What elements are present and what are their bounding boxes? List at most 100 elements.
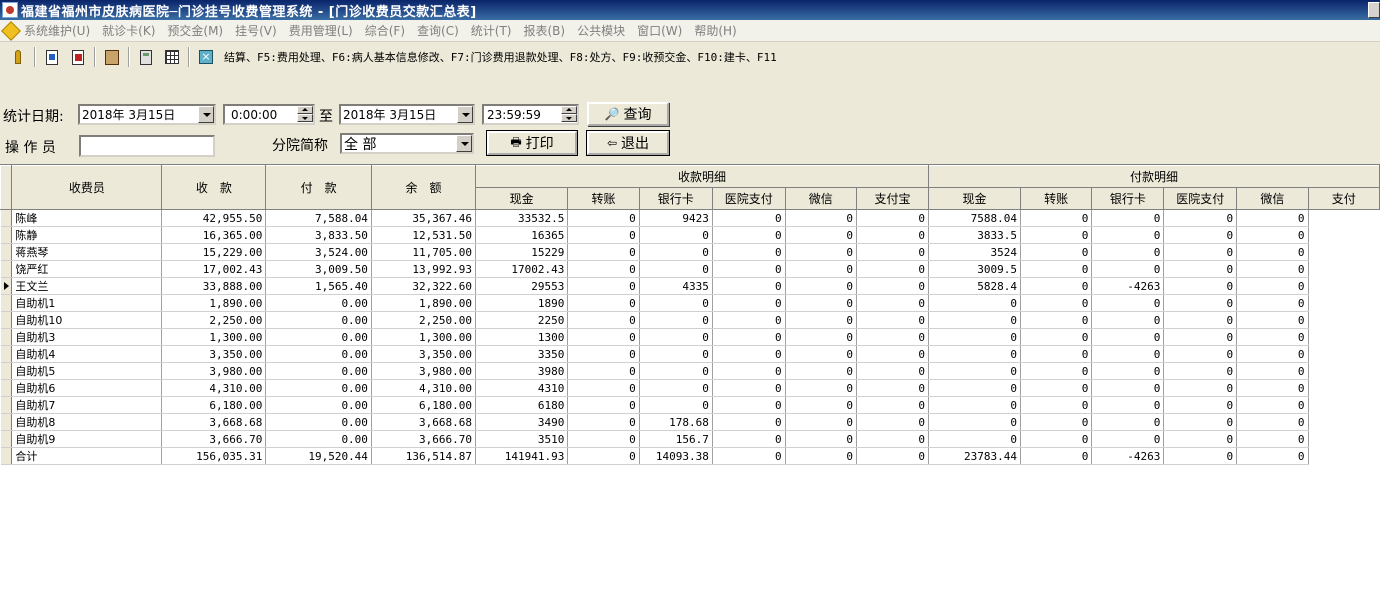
table-cell[interactable]: 0 xyxy=(785,277,857,295)
table-cell[interactable]: 0 xyxy=(928,345,1022,363)
book-button[interactable] xyxy=(102,47,122,67)
exit-button[interactable]: ⇦ 退出 xyxy=(586,130,670,156)
menu-public-module[interactable]: 公共模块 xyxy=(577,22,625,39)
table-cell[interactable]: -4263 xyxy=(1091,447,1165,465)
table-cell[interactable]: 0 xyxy=(712,226,786,244)
table-cell[interactable]: 0 xyxy=(567,226,640,244)
table-cell[interactable]: 3,666.70 xyxy=(161,430,267,448)
table-cell[interactable]: 0 xyxy=(785,413,857,431)
table-cell[interactable]: 2,250.00 xyxy=(371,311,477,329)
table-cell[interactable]: 7588.04 xyxy=(928,209,1022,227)
table-cell[interactable]: 0 xyxy=(856,260,930,278)
column-header-pay-transfer[interactable]: 转账 xyxy=(1020,187,1093,210)
table-cell[interactable]: 0 xyxy=(567,209,640,227)
table-cell[interactable]: 0 xyxy=(712,260,786,278)
column-header-pay-alipay[interactable]: 支付 xyxy=(1307,187,1380,210)
table-cell[interactable]: 0 xyxy=(1163,379,1238,397)
table-cell[interactable]: 0 xyxy=(1236,447,1309,465)
table-cell[interactable]: 0 xyxy=(1020,345,1093,363)
table-cell[interactable]: 0 xyxy=(639,328,713,346)
table-cell[interactable]: 0 xyxy=(1236,209,1309,227)
table-cell[interactable]: 0 xyxy=(928,328,1022,346)
row-indicator[interactable] xyxy=(0,396,13,414)
table-cell[interactable]: 0 xyxy=(567,294,640,312)
table-row[interactable]: 陈静 16,365.00 3,833.50 12,531.50 16365 0 0 0 0 0 38… xyxy=(0,226,1380,244)
table-cell[interactable]: 0 xyxy=(785,379,857,397)
table-cell[interactable]: 0 xyxy=(639,379,713,397)
table-cell[interactable]: 0 xyxy=(856,345,930,363)
table-cell[interactable]: 0 xyxy=(712,447,786,465)
table-cell[interactable]: 0 xyxy=(567,345,640,363)
table-cell[interactable]: 0 xyxy=(928,396,1022,414)
table-cell[interactable]: 0 xyxy=(856,311,930,329)
chevron-down-icon[interactable] xyxy=(457,106,473,123)
current-row-indicator-icon[interactable] xyxy=(0,277,13,295)
delete-document-button[interactable] xyxy=(68,47,88,67)
table-cell[interactable]: 6180 xyxy=(475,396,569,414)
table-cell[interactable]: 0 xyxy=(1020,294,1093,312)
table-cell[interactable]: 3510 xyxy=(475,430,569,448)
table-cell[interactable]: 0 xyxy=(856,447,930,465)
table-cell[interactable]: -4263 xyxy=(1091,277,1165,295)
cell-cashier-name[interactable]: 自助机9 xyxy=(11,430,163,448)
table-cell[interactable]: 6,180.00 xyxy=(371,396,477,414)
start-time-spinner[interactable]: 0:00:00 xyxy=(223,104,315,125)
table-cell[interactable]: 0 xyxy=(712,311,786,329)
table-row[interactable]: 自助机8 3,668.68 0.00 3,668.68 3490 0 178.68 0 0 0 0 0… xyxy=(0,413,1380,431)
table-cell[interactable]: 17,002.43 xyxy=(161,260,267,278)
table-cell[interactable]: 3833.5 xyxy=(928,226,1022,244)
table-cell[interactable]: 178.68 xyxy=(639,413,713,431)
table-cell[interactable]: 0 xyxy=(1236,362,1309,380)
table-cell[interactable]: 9423 xyxy=(639,209,713,227)
column-header-pay-bank-card[interactable]: 银行卡 xyxy=(1091,187,1165,210)
table-cell[interactable]: 0 xyxy=(567,430,640,448)
row-indicator[interactable] xyxy=(0,260,13,278)
table-cell[interactable]: 29553 xyxy=(475,277,569,295)
table-cell[interactable]: 11,705.00 xyxy=(371,243,477,261)
table-cell[interactable]: 0.00 xyxy=(265,396,372,414)
table-cell[interactable]: 0 xyxy=(1163,447,1238,465)
table-cell[interactable]: 42,955.50 xyxy=(161,209,267,227)
menu-reports[interactable]: 报表(B) xyxy=(523,22,565,39)
column-header-received[interactable]: 收 款 xyxy=(161,165,267,210)
cell-cashier-name[interactable]: 自助机10 xyxy=(11,311,163,329)
table-cell[interactable]: 0 xyxy=(1163,311,1238,329)
table-cell[interactable]: 6,180.00 xyxy=(161,396,267,414)
table-cell[interactable]: 0 xyxy=(567,413,640,431)
table-cell[interactable]: 32,322.60 xyxy=(371,277,477,295)
table-cell[interactable]: 0 xyxy=(639,294,713,312)
table-cell[interactable]: 16,365.00 xyxy=(161,226,267,244)
table-cell[interactable]: 1890 xyxy=(475,294,569,312)
table-cell[interactable]: 0 xyxy=(712,328,786,346)
table-cell[interactable]: 0 xyxy=(1020,243,1093,261)
table-cell[interactable]: 4310 xyxy=(475,379,569,397)
table-cell[interactable]: 4,310.00 xyxy=(161,379,267,397)
table-cell[interactable]: 0 xyxy=(567,243,640,261)
table-cell[interactable]: 33,888.00 xyxy=(161,277,267,295)
table-cell[interactable]: 0 xyxy=(1236,379,1309,397)
table-cell[interactable]: 0 xyxy=(639,311,713,329)
table-cell[interactable]: 0 xyxy=(639,345,713,363)
table-cell[interactable]: 4,310.00 xyxy=(371,379,477,397)
table-cell[interactable]: 0 xyxy=(567,362,640,380)
table-cell[interactable]: 0 xyxy=(567,379,640,397)
menu-registration[interactable]: 挂号(V) xyxy=(235,22,277,39)
table-cell[interactable]: 0 xyxy=(712,345,786,363)
summary-grid[interactable]: 收费员 收 款 付 款 余 额 收款明细 付款明细 现金 转账 银行卡 医院支付… xyxy=(0,164,1380,614)
table-cell[interactable]: 0 xyxy=(1163,396,1238,414)
table-cell[interactable]: 0.00 xyxy=(265,294,372,312)
menu-query[interactable]: 查询(C) xyxy=(417,22,459,39)
cell-cashier-name[interactable]: 蒋燕琴 xyxy=(11,243,163,261)
chevron-down-icon[interactable] xyxy=(456,135,472,152)
table-cell[interactable]: 0 xyxy=(1091,379,1165,397)
table-cell[interactable]: 1,565.40 xyxy=(265,277,372,295)
table-cell[interactable]: 0 xyxy=(567,311,640,329)
table-cell[interactable]: 0 xyxy=(1236,396,1309,414)
table-row[interactable]: 蒋燕琴 15,229.00 3,524.00 11,705.00 15229 0 0 0 0 0 3… xyxy=(0,243,1380,261)
menu-card[interactable]: 就诊卡(K) xyxy=(102,22,155,39)
table-cell[interactable]: 2250 xyxy=(475,311,569,329)
table-cell[interactable]: 3350 xyxy=(475,345,569,363)
table-cell[interactable]: 0 xyxy=(712,430,786,448)
cell-cashier-name[interactable]: 合计 xyxy=(11,447,163,465)
table-cell[interactable]: 13,992.93 xyxy=(371,260,477,278)
